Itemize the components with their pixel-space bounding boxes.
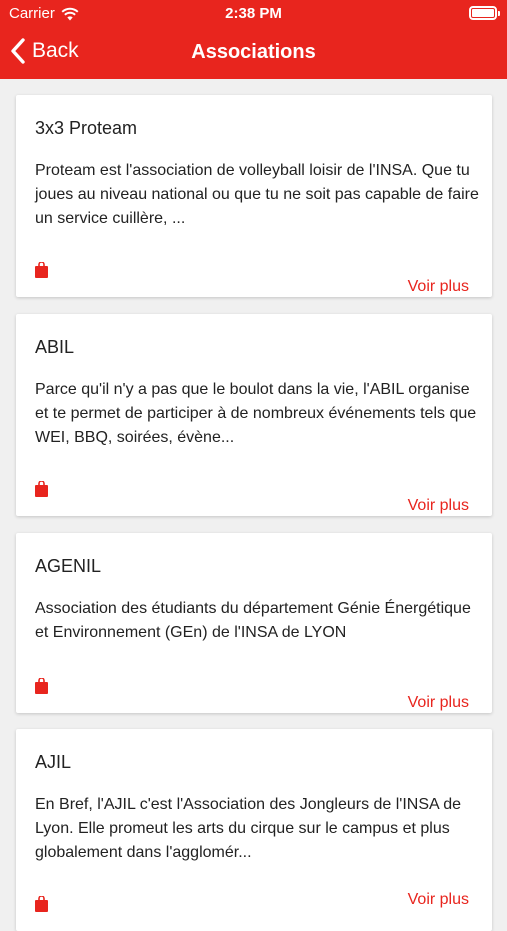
association-card[interactable]: ABIL Parce qu'il n'y a pas que le boulot… <box>16 314 492 516</box>
header: Carrier 2:38 PM Back Associations <box>0 0 507 79</box>
see-more-link[interactable]: Voir plus <box>408 694 469 712</box>
bag-icon <box>35 481 48 497</box>
status-bar: Carrier 2:38 PM <box>0 0 507 28</box>
card-description: Proteam est l'association de volleyball … <box>35 162 479 227</box>
battery-icon <box>469 6 500 20</box>
card-description: Parce qu'il n'y a pas que le boulot dans… <box>35 381 477 446</box>
page-title: Associations <box>191 41 316 63</box>
card-title: AJIL <box>35 752 72 772</box>
association-card[interactable]: 3x3 Proteam Proteam est l'association de… <box>16 95 492 297</box>
see-more-link[interactable]: Voir plus <box>408 891 469 909</box>
card-title: AGENIL <box>35 556 102 576</box>
bag-icon <box>35 262 48 278</box>
see-more-link[interactable]: Voir plus <box>408 278 469 296</box>
bag-icon <box>35 678 48 694</box>
status-time: 2:38 PM <box>225 5 282 22</box>
navigation-bar: Back Associations <box>0 28 507 79</box>
card-description: En Bref, l'AJIL c'est l'Association des … <box>35 796 462 861</box>
card-description: Association des étudiants du département… <box>35 600 471 641</box>
association-card[interactable]: AJIL En Bref, l'AJIL c'est l'Association… <box>16 729 492 931</box>
bag-icon <box>35 896 48 912</box>
card-title: ABIL <box>35 337 75 357</box>
see-more-link[interactable]: Voir plus <box>408 497 469 515</box>
card-title: 3x3 Proteam <box>35 118 138 138</box>
association-card[interactable]: AGENIL Association des étudiants du dépa… <box>16 533 492 713</box>
